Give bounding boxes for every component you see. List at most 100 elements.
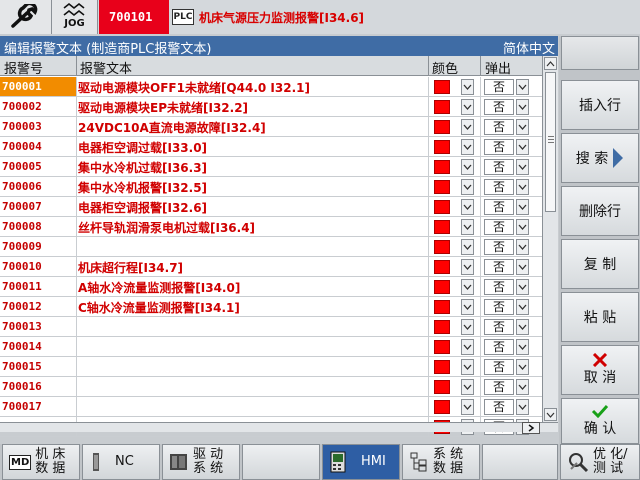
popup-select[interactable]: 否: [484, 219, 514, 235]
popup-select[interactable]: 否: [484, 199, 514, 215]
insert-row-button[interactable]: 插入行: [561, 80, 639, 130]
table-row[interactable]: 700017 否: [0, 397, 542, 417]
alarm-number-cell[interactable]: 700006: [2, 180, 74, 193]
table-row[interactable]: 700015 否: [0, 357, 542, 377]
alarm-number-cell[interactable]: 700011: [2, 280, 74, 293]
color-dropdown-arrow[interactable]: [461, 99, 474, 115]
alarm-number-cell[interactable]: 700015: [2, 360, 74, 373]
table-row[interactable]: 700012 C轴水冷流量监测报警[I34.1] 否: [0, 297, 542, 317]
horizontal-scrollbar[interactable]: [0, 422, 558, 434]
color-dropdown-arrow[interactable]: [461, 219, 474, 235]
confirm-button[interactable]: 确 认: [561, 398, 639, 444]
cancel-button[interactable]: 取 消: [561, 345, 639, 395]
alarm-number-cell[interactable]: 700009: [2, 240, 74, 253]
popup-select[interactable]: 否: [484, 399, 514, 415]
popup-dropdown-arrow[interactable]: [516, 219, 529, 235]
color-dropdown-arrow[interactable]: [461, 379, 474, 395]
scroll-thumb[interactable]: [545, 72, 556, 212]
alarm-text-cell[interactable]: 丝杆导轨润滑泵电机过载[I36.4]: [78, 219, 424, 236]
hmi-button[interactable]: HMI: [322, 444, 400, 480]
alarm-line[interactable]: 700101 PLC 机床气源压力监测报警[I34.6]: [99, 0, 640, 34]
table-row[interactable]: 700001 驱动电源模块OFF1未就绪[Q44.0 I32.1] 否: [0, 77, 542, 97]
alarm-number-cell[interactable]: 700012: [2, 300, 74, 313]
popup-select[interactable]: 否: [484, 279, 514, 295]
alarm-number-cell[interactable]: 700010: [2, 260, 74, 273]
color-dropdown-arrow[interactable]: [461, 239, 474, 255]
color-dropdown-arrow[interactable]: [461, 139, 474, 155]
alarm-number-cell[interactable]: 700016: [2, 380, 74, 393]
color-dropdown-arrow[interactable]: [461, 279, 474, 295]
alarm-text-cell[interactable]: 电器柜空调报警[I32.6]: [78, 199, 424, 216]
color-dropdown-arrow[interactable]: [461, 299, 474, 315]
popup-select[interactable]: 否: [484, 379, 514, 395]
table-row[interactable]: 700013 否: [0, 317, 542, 337]
table-row[interactable]: 700005 集中水冷机过载[I36.3] 否: [0, 157, 542, 177]
popup-select[interactable]: 否: [484, 119, 514, 135]
popup-dropdown-arrow[interactable]: [516, 379, 529, 395]
popup-dropdown-arrow[interactable]: [516, 359, 529, 375]
color-dropdown-arrow[interactable]: [461, 159, 474, 175]
scroll-up-button[interactable]: [544, 57, 557, 70]
popup-select[interactable]: 否: [484, 339, 514, 355]
wrench-icon[interactable]: [0, 0, 52, 34]
color-dropdown-arrow[interactable]: [461, 119, 474, 135]
popup-dropdown-arrow[interactable]: [516, 119, 529, 135]
alarm-number-cell[interactable]: 700005: [2, 160, 74, 173]
alarm-text-cell[interactable]: 24VDC10A直流电源故障[I32.4]: [78, 119, 424, 136]
alarm-number-cell[interactable]: 700003: [2, 120, 74, 133]
popup-dropdown-arrow[interactable]: [516, 299, 529, 315]
color-dropdown-arrow[interactable]: [461, 339, 474, 355]
table-row[interactable]: 700006 集中水冷机报警[I32.5] 否: [0, 177, 542, 197]
alarm-text-cell[interactable]: 集中水冷机过载[I36.3]: [78, 159, 424, 176]
table-row[interactable]: 700010 机床超行程[I34.7] 否: [0, 257, 542, 277]
color-dropdown-arrow[interactable]: [461, 179, 474, 195]
color-dropdown-arrow[interactable]: [461, 79, 474, 95]
scroll-right-button[interactable]: [522, 422, 540, 434]
popup-dropdown-arrow[interactable]: [516, 399, 529, 415]
table-row[interactable]: 700004 电器柜空调过载[I33.0] 否: [0, 137, 542, 157]
copy-button[interactable]: 复 制: [561, 239, 639, 289]
table-row[interactable]: 700016 否: [0, 377, 542, 397]
popup-dropdown-arrow[interactable]: [516, 99, 529, 115]
popup-select[interactable]: 否: [484, 139, 514, 155]
popup-select[interactable]: 否: [484, 259, 514, 275]
alarm-number-cell[interactable]: 700017: [2, 400, 74, 413]
drive-system-button[interactable]: 驱 动系 统: [162, 444, 240, 480]
popup-dropdown-arrow[interactable]: [516, 159, 529, 175]
color-dropdown-arrow[interactable]: [461, 399, 474, 415]
popup-select[interactable]: 否: [484, 79, 514, 95]
vertical-scrollbar[interactable]: [542, 56, 558, 422]
search-button[interactable]: 搜 索: [561, 133, 639, 183]
alarm-number-cell[interactable]: 700001: [0, 77, 76, 96]
alarm-number-cell[interactable]: 700007: [2, 200, 74, 213]
color-dropdown-arrow[interactable]: [461, 319, 474, 335]
popup-dropdown-arrow[interactable]: [516, 199, 529, 215]
popup-select[interactable]: 否: [484, 159, 514, 175]
alarm-text-cell[interactable]: 驱动电源模块OFF1未就绪[Q44.0 I32.1]: [78, 79, 424, 96]
popup-select[interactable]: 否: [484, 359, 514, 375]
color-dropdown-arrow[interactable]: [461, 259, 474, 275]
table-row[interactable]: 700014 否: [0, 337, 542, 357]
table-row[interactable]: 700007 电器柜空调报警[I32.6] 否: [0, 197, 542, 217]
nc-button[interactable]: NC: [82, 444, 160, 480]
table-row[interactable]: 700011 A轴水冷流量监测报警[I34.0] 否: [0, 277, 542, 297]
alarm-number-cell[interactable]: 700002: [2, 100, 74, 113]
popup-dropdown-arrow[interactable]: [516, 319, 529, 335]
popup-select[interactable]: 否: [484, 239, 514, 255]
popup-dropdown-arrow[interactable]: [516, 79, 529, 95]
machine-data-button[interactable]: MD 机 床数 据: [2, 444, 80, 480]
system-data-button[interactable]: 系 统数 据: [402, 444, 480, 480]
popup-dropdown-arrow[interactable]: [516, 339, 529, 355]
alarm-text-cell[interactable]: A轴水冷流量监测报警[I34.0]: [78, 279, 424, 296]
alarm-number-cell[interactable]: 700014: [2, 340, 74, 353]
popup-dropdown-arrow[interactable]: [516, 139, 529, 155]
popup-dropdown-arrow[interactable]: [516, 279, 529, 295]
paste-button[interactable]: 粘 贴: [561, 292, 639, 342]
popup-dropdown-arrow[interactable]: [516, 259, 529, 275]
popup-dropdown-arrow[interactable]: [516, 179, 529, 195]
color-dropdown-arrow[interactable]: [461, 199, 474, 215]
table-row[interactable]: 700002 驱动电源模块EP未就绪[I32.2] 否: [0, 97, 542, 117]
alarm-text-cell[interactable]: 电器柜空调过载[I33.0]: [78, 139, 424, 156]
popup-dropdown-arrow[interactable]: [516, 239, 529, 255]
alarm-text-cell[interactable]: 机床超行程[I34.7]: [78, 259, 424, 276]
